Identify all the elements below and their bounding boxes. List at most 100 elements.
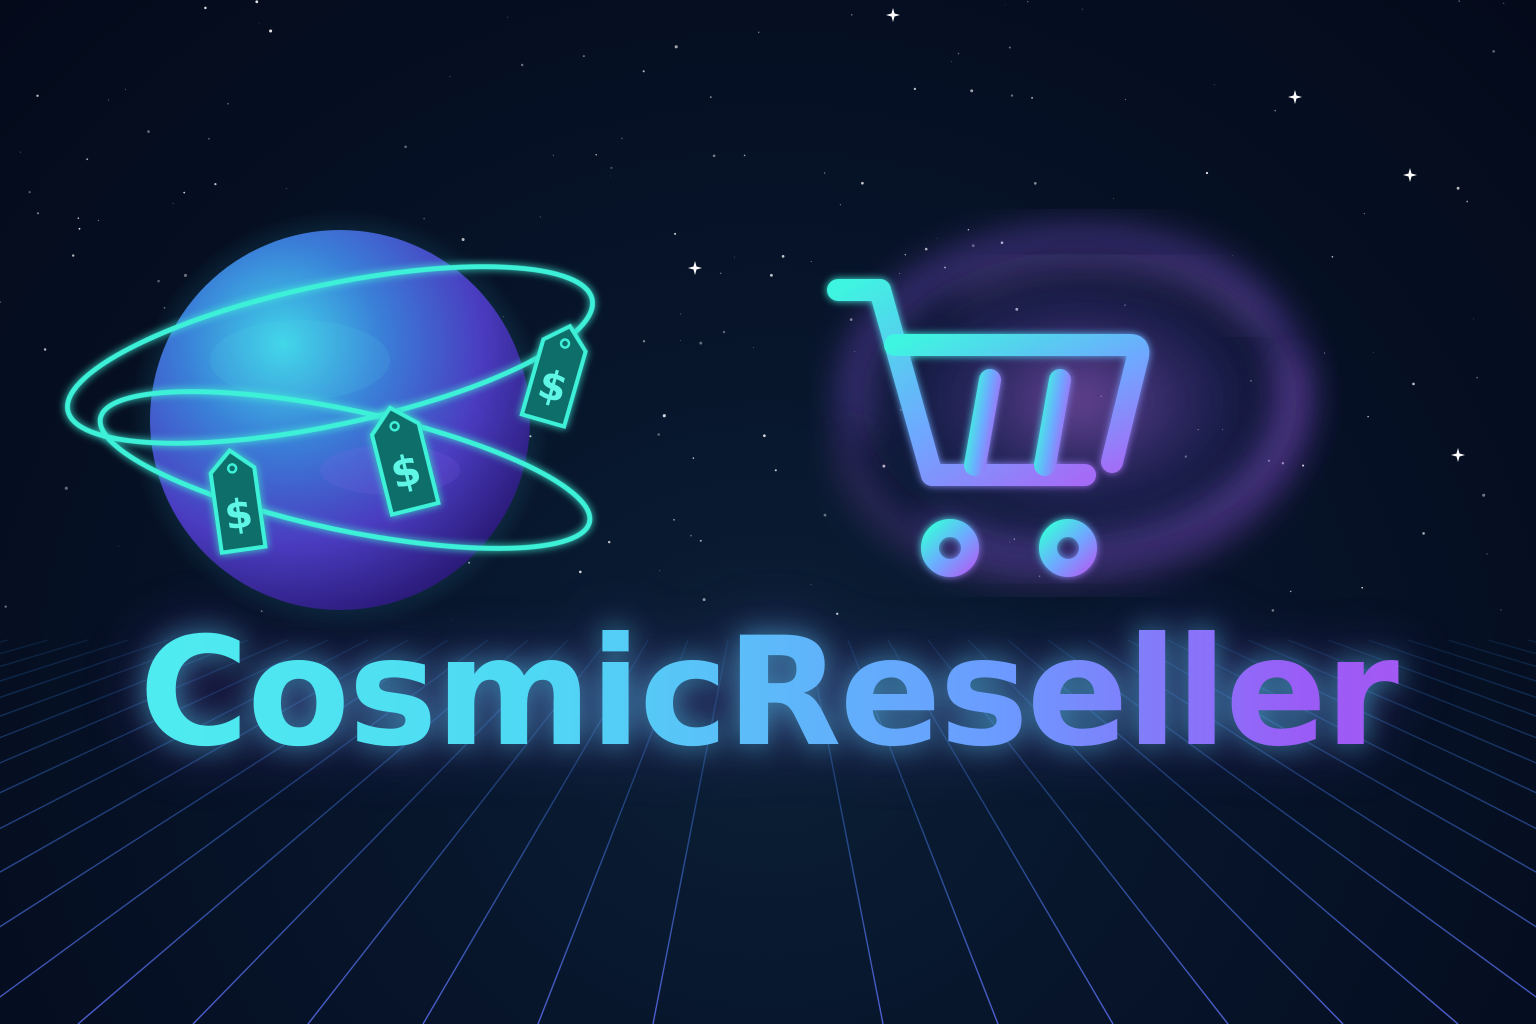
star	[147, 130, 150, 133]
star	[449, 76, 451, 78]
sparkle-star	[1451, 448, 1465, 462]
star	[967, 229, 970, 231]
star	[97, 219, 99, 222]
star	[107, 99, 109, 101]
star	[823, 513, 827, 517]
star	[1274, 109, 1276, 112]
star	[733, 256, 735, 258]
star	[752, 347, 754, 349]
star	[1213, 84, 1215, 86]
star	[1412, 382, 1415, 386]
star	[1113, 198, 1114, 199]
star	[118, 545, 119, 547]
star	[1363, 212, 1366, 215]
sparkle-star	[688, 261, 702, 275]
star	[461, 238, 465, 241]
star	[0, 301, 2, 303]
planet-with-orbits-icon	[64, 210, 596, 630]
star	[43, 348, 47, 351]
star	[957, 52, 960, 55]
star	[258, 22, 260, 24]
star	[78, 227, 81, 230]
star	[72, 254, 75, 257]
star	[699, 341, 703, 345]
star	[1486, 553, 1488, 555]
star	[204, 6, 207, 10]
star	[227, 103, 229, 105]
banner-artwork: $ $ $	[0, 0, 1536, 1024]
star	[680, 313, 682, 315]
star	[1033, 182, 1037, 185]
star	[1010, 94, 1014, 97]
star	[521, 63, 524, 67]
star	[255, 0, 259, 4]
sparkle-star	[886, 8, 900, 22]
star	[774, 469, 777, 472]
star	[621, 137, 623, 140]
star	[1422, 532, 1425, 535]
star	[1503, 2, 1505, 4]
star	[183, 273, 188, 277]
star	[539, 216, 541, 218]
star	[214, 182, 217, 186]
star	[1232, 255, 1234, 256]
star	[936, 237, 938, 239]
brand-title: CosmicReseller	[0, 618, 1536, 768]
star	[702, 598, 706, 602]
star	[269, 29, 273, 33]
star	[951, 61, 953, 63]
star	[823, 172, 826, 174]
star	[610, 175, 611, 177]
star	[680, 340, 681, 342]
star	[1492, 50, 1496, 53]
star	[1372, 351, 1374, 353]
star	[913, 87, 917, 91]
star	[642, 340, 646, 343]
star	[157, 279, 160, 283]
star	[64, 486, 68, 490]
star	[709, 96, 712, 99]
star	[1008, 46, 1011, 49]
star	[662, 414, 666, 418]
sparkle-star	[1288, 90, 1302, 104]
sparkle-star	[1403, 168, 1417, 182]
star	[1205, 171, 1209, 175]
cosmic-reseller-logo-banner: $ $ $ CosmicReseller	[0, 0, 1536, 1024]
star	[507, 16, 509, 18]
star	[1081, 8, 1083, 10]
star	[810, 584, 812, 586]
star	[1466, 200, 1469, 203]
star	[1031, 96, 1034, 99]
star	[1476, 376, 1478, 379]
star	[659, 570, 661, 572]
star	[552, 154, 555, 157]
star	[404, 145, 407, 149]
star	[674, 232, 677, 235]
star	[1289, 590, 1292, 593]
star	[1331, 255, 1334, 258]
star	[36, 94, 39, 98]
star	[125, 88, 126, 90]
star	[781, 255, 785, 258]
star	[1500, 609, 1502, 611]
star	[77, 217, 80, 219]
star	[4, 605, 7, 608]
star	[861, 181, 864, 185]
star	[1004, 4, 1006, 6]
star	[722, 330, 726, 334]
star	[285, 188, 287, 189]
star	[810, 260, 812, 262]
star	[208, 137, 210, 140]
star	[595, 154, 597, 156]
star	[86, 158, 89, 161]
star	[690, 534, 692, 537]
star	[924, 247, 928, 251]
star	[610, 166, 613, 169]
star	[423, 217, 425, 220]
star	[743, 154, 746, 157]
star	[769, 273, 773, 277]
star	[172, 202, 174, 204]
star	[36, 212, 40, 215]
star	[1367, 415, 1369, 418]
star	[642, 70, 645, 73]
